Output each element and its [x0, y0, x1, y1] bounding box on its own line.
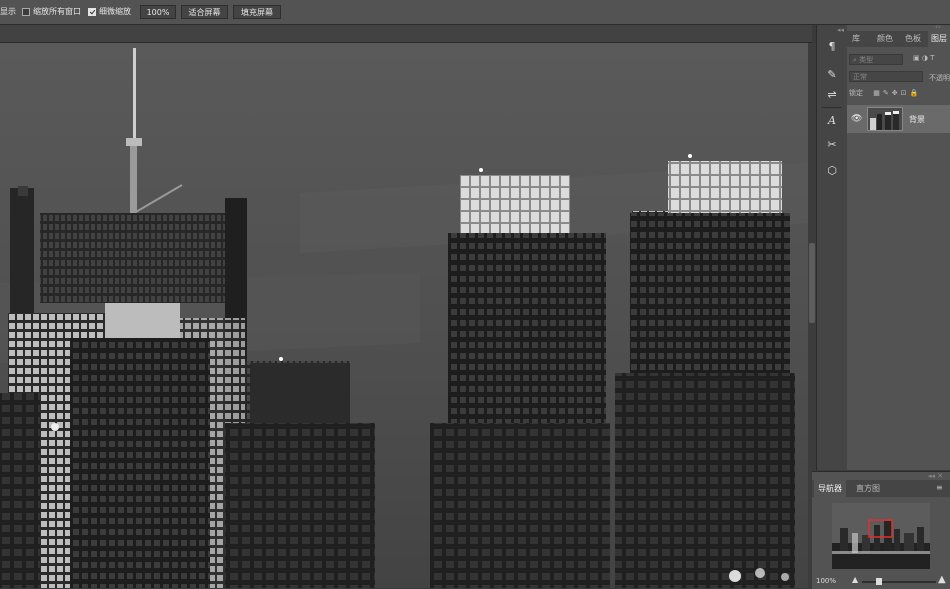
lock-icons[interactable]: ▦✎✥⊡🔒 — [873, 89, 921, 97]
zoom-100-button[interactable]: 100% — [140, 5, 176, 19]
skyline-photo — [0, 43, 808, 588]
scrubby-zoom-label: 细微缩放 — [99, 7, 131, 16]
layers-panel: ‹‹ 库 颜色 色板 图层 ⌕ 类型 ▣ ◑ T 正常 不透明 锁定 ▦✎✥⊡🔒… — [847, 23, 950, 470]
character-icon[interactable]: A — [823, 111, 841, 129]
tab-histogram[interactable]: 直方图 — [856, 480, 880, 497]
document-canvas[interactable] — [0, 43, 808, 588]
filter-icons[interactable]: ▣ ◑ T — [913, 54, 934, 62]
navigator-preview[interactable] — [832, 503, 930, 569]
panel-menu-icon[interactable]: ≡ — [936, 483, 943, 492]
tab-navigator[interactable]: 导航器 — [814, 480, 846, 497]
document-tab-strip — [0, 25, 812, 43]
fit-screen-button[interactable]: 适合屏幕 — [181, 5, 228, 19]
brush-settings-icon[interactable]: ✎ — [823, 65, 841, 83]
tab-color[interactable]: 颜色 — [877, 31, 893, 47]
zoom-slider-thumb[interactable] — [875, 578, 882, 585]
zoom-out-icon[interactable]: ▲ — [852, 575, 858, 584]
options-bar: 显示 缩放所有窗口 细微缩放 100% 适合屏幕 填充屏幕 — [0, 0, 950, 25]
thumbnail-image — [868, 108, 902, 130]
zoom-in-icon[interactable]: ▲ — [938, 574, 946, 585]
tool-separator — [822, 107, 842, 108]
layer-kind-filter[interactable]: ⌕ 类型 — [849, 54, 903, 65]
tab-swatches[interactable]: 色板 — [905, 31, 921, 47]
lock-label: 锁定 — [849, 89, 863, 97]
visibility-eye-icon[interactable]: 👁 — [851, 114, 862, 124]
layer-row[interactable]: 👁 背景 — [847, 105, 950, 133]
3d-icon[interactable]: ⬡ — [823, 161, 841, 179]
navigator-preview-image — [832, 503, 930, 569]
tools-icon[interactable]: ✂ — [823, 135, 841, 153]
tab-libraries[interactable]: 库 — [852, 31, 860, 47]
navigator-zoom-value[interactable]: 100% — [816, 577, 836, 585]
layer-thumbnail — [867, 107, 903, 131]
fill-screen-button[interactable]: 填充屏幕 — [233, 5, 281, 19]
panel-collapse-icon[interactable]: ‹‹ — [935, 23, 941, 31]
blend-mode-select[interactable]: 正常 — [849, 71, 923, 82]
scrubby-zoom-checkbox[interactable] — [88, 7, 96, 16]
layer-name: 背景 — [909, 115, 925, 124]
navigator-tabs: 导航器 直方图 ≡ — [812, 480, 950, 497]
lock-row: 锁定 ▦✎✥⊡🔒 — [849, 88, 921, 98]
blend-mode-value: 正常 — [853, 73, 867, 81]
opacity-label: 不透明 — [929, 74, 950, 82]
navigator-zoom-row: 100% ▲ ▲ — [812, 574, 950, 589]
collapsed-panel-strip: ◂◂ ¶ ✎ ⇌ A ✂ ⬡ — [816, 25, 848, 470]
navigator-collapse-icon[interactable]: ◂◂ ✕ — [928, 472, 943, 480]
zoom-slider-track[interactable] — [862, 578, 936, 585]
layer-kind-label: 类型 — [859, 56, 874, 64]
scrubby-zoom-option[interactable]: 细微缩放 — [88, 6, 131, 17]
navigator-panel: ◂◂ ✕ 导航器 直方图 ≡ 100% ▲ ▲ — [812, 471, 950, 589]
partial-label-item: 显示 — [0, 6, 16, 17]
zoom-all-windows-option[interactable]: 缩放所有窗口 — [22, 6, 81, 17]
zoom-all-windows-label: 缩放所有窗口 — [33, 7, 81, 16]
collapse-icon[interactable]: ◂◂ — [837, 26, 844, 34]
partial-label: 显示 — [0, 7, 16, 16]
panel-tabs: 库 颜色 色板 图层 — [847, 31, 950, 47]
tab-layers[interactable]: 图层 — [928, 31, 950, 47]
paragraph-icon[interactable]: ¶ — [823, 37, 841, 55]
zoom-all-windows-checkbox[interactable] — [22, 7, 30, 16]
adjustments-icon[interactable]: ⇌ — [823, 85, 841, 103]
scrollbar-thumb[interactable] — [809, 243, 815, 323]
